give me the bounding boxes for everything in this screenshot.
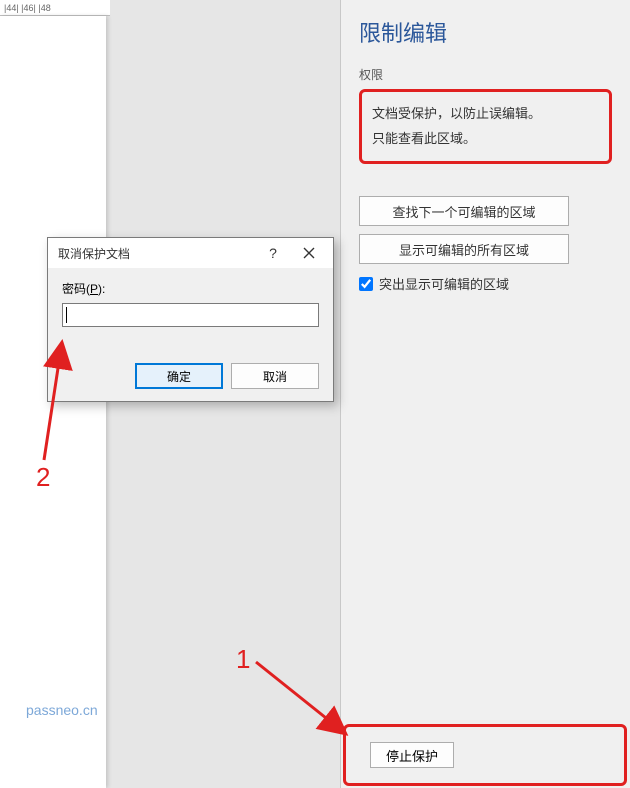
info-line-2: 只能查看此区域。 <box>372 127 599 152</box>
annotation-number-1: 1 <box>236 644 250 675</box>
ok-button[interactable]: 确定 <box>135 363 223 389</box>
unprotect-dialog: 取消保护文档 ? 密码(P): 确定 取消 <box>47 237 334 402</box>
highlight-editable-label: 突出显示可编辑的区域 <box>379 274 509 293</box>
find-next-editable-button[interactable]: 查找下一个可编辑的区域 <box>359 196 569 226</box>
stop-protection-area: 停止保护 <box>343 724 627 786</box>
panel-title: 限制编辑 <box>359 16 612 48</box>
cancel-button[interactable]: 取消 <box>231 363 319 389</box>
ruler: |44| |46| |48 <box>0 0 110 16</box>
close-icon[interactable] <box>291 239 327 267</box>
permissions-label: 权限 <box>359 66 612 83</box>
highlight-editable-checkbox[interactable] <box>359 277 373 291</box>
highlight-editable-row[interactable]: 突出显示可编辑的区域 <box>359 274 612 293</box>
text-cursor <box>66 307 67 323</box>
annotation-number-2: 2 <box>36 462 50 493</box>
stop-protection-button[interactable]: 停止保护 <box>370 742 454 768</box>
info-line-1: 文档受保护，以防止误编辑。 <box>372 102 599 127</box>
help-icon[interactable]: ? <box>255 239 291 267</box>
password-input[interactable] <box>62 303 319 327</box>
dialog-title: 取消保护文档 <box>58 245 255 262</box>
dialog-titlebar[interactable]: 取消保护文档 ? <box>48 238 333 268</box>
show-all-editable-button[interactable]: 显示可编辑的所有区域 <box>359 234 569 264</box>
watermark: passneo.cn <box>26 702 98 718</box>
password-label: 密码(P): <box>62 280 319 297</box>
protection-info-box: 文档受保护，以防止误编辑。 只能查看此区域。 <box>359 89 612 164</box>
dialog-body: 密码(P): <box>48 268 333 339</box>
dialog-buttons: 确定 取消 <box>48 363 333 389</box>
document-page[interactable] <box>0 16 106 788</box>
restrict-editing-panel: 限制编辑 权限 文档受保护，以防止误编辑。 只能查看此区域。 查找下一个可编辑的… <box>340 0 630 788</box>
ruler-marks: |44| |46| |48 <box>4 3 51 13</box>
